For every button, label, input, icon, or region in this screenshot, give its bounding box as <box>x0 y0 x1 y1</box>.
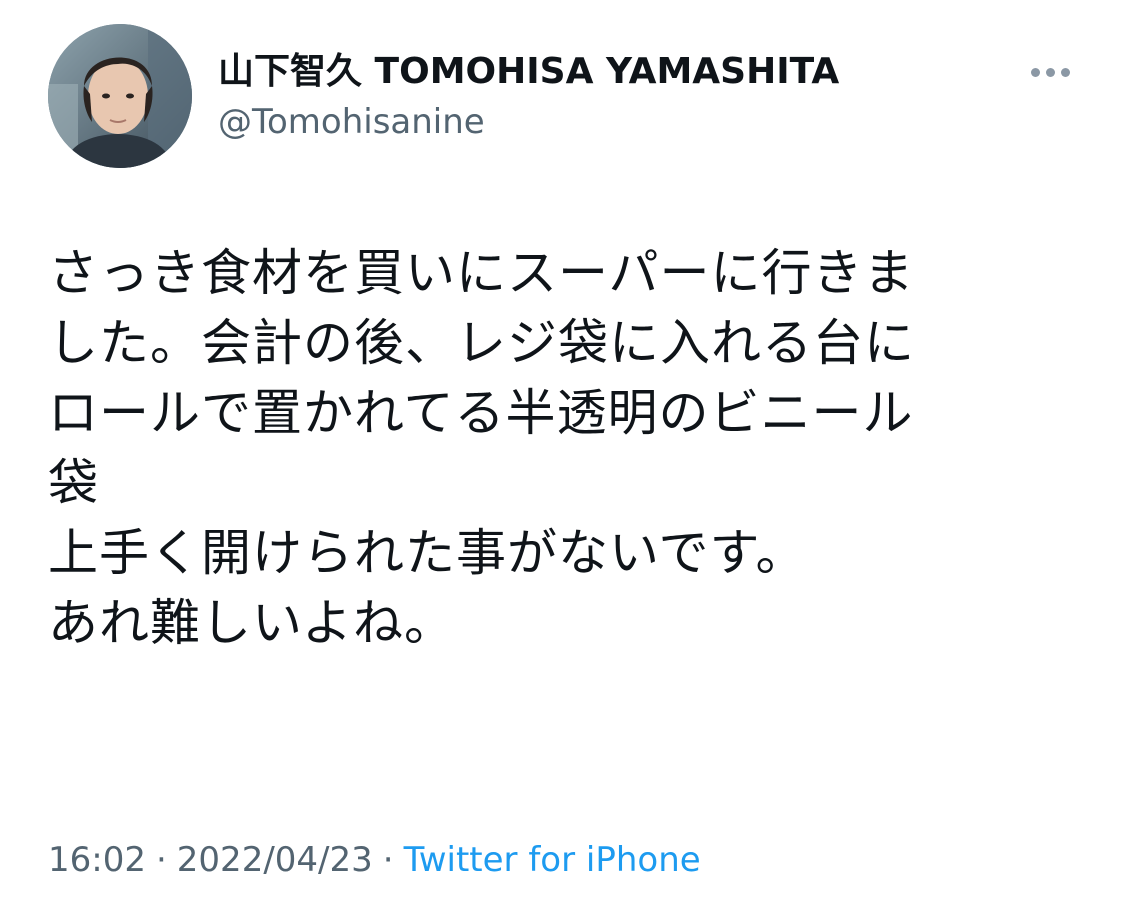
tweet-text-line: 上手く開けられた事がないです。 <box>48 524 807 582</box>
meta-separator: · <box>155 840 167 880</box>
tweet-date[interactable]: 2022/04/23 <box>177 840 373 880</box>
more-horizontal-icon-dot <box>1060 67 1070 77</box>
tweet-time[interactable]: 16:02 <box>48 840 146 880</box>
more-horizontal-icon-dot <box>1045 67 1055 77</box>
tweet-text-line: 袋 <box>48 454 99 512</box>
tweet-text-line: あれ難しいよね。 <box>48 594 455 652</box>
more-options-button[interactable] <box>1020 54 1080 90</box>
tweet-source-link[interactable]: Twitter for iPhone <box>404 840 701 880</box>
tweet-text-line: さっき食材を買いにスーパーに行きま <box>48 244 915 302</box>
tweet-text-line: した。会計の後、レジ袋に入れる台に <box>48 314 915 372</box>
meta-separator: · <box>382 840 394 880</box>
more-horizontal-icon <box>1030 67 1040 77</box>
tweet-meta: 16:02 · 2022/04/23 · Twitter for iPhone <box>48 836 701 884</box>
tweet-card: 山下智久 TOMOHISA YAMASHITA @Tomohisanine さっ… <box>0 0 1125 903</box>
tweet-text: さっき食材を買いにスーパーに行きま した。会計の後、レジ袋に入れる台に ロールで… <box>48 238 1088 658</box>
user-handle[interactable]: @Tomohisanine <box>218 100 485 144</box>
display-name[interactable]: 山下智久 TOMOHISA YAMASHITA <box>218 50 839 94</box>
avatar[interactable] <box>48 24 192 168</box>
avatar-image <box>48 24 192 168</box>
tweet-text-line: ロールで置かれてる半透明のビニール <box>48 384 914 442</box>
